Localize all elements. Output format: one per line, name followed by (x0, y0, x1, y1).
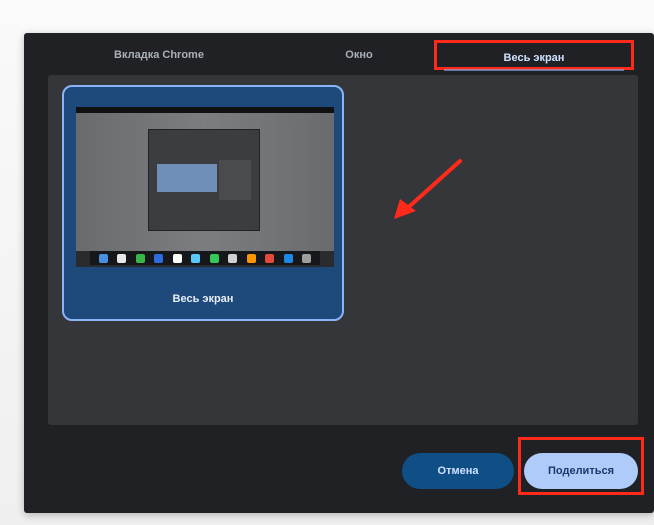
dock-app-icon (228, 253, 238, 263)
cancel-button[interactable]: Отмена (402, 453, 514, 489)
thumbnail-dock (90, 251, 320, 265)
thumbnail-browser-window (148, 129, 260, 231)
thumbnail-dialog-preview (157, 164, 217, 192)
screen-share-dialog: Вкладка Chrome Окно Весь экран Весь экра… (24, 33, 654, 513)
screenshot-canvas: Вкладка Chrome Окно Весь экран Весь экра… (0, 0, 654, 525)
share-button[interactable]: Поделиться (524, 453, 638, 489)
dock-app-icon (209, 253, 219, 263)
dock-app-icon (246, 253, 256, 263)
source-tabs: Вкладка Chrome Окно Весь экран (24, 33, 654, 75)
red-arrow-icon (394, 159, 462, 219)
dock-app-icon (172, 253, 182, 263)
tab-window[interactable]: Окно (314, 40, 404, 70)
source-card-label: Весь экран (172, 293, 234, 305)
thumbnail-desktop (76, 113, 334, 251)
entire-screen-source-card[interactable]: Весь экран (62, 85, 344, 321)
screen-thumbnail (76, 107, 334, 267)
source-list-panel: Весь экран (48, 75, 638, 425)
selected-tab-indicator (444, 69, 624, 71)
tab-chrome-tab[interactable]: Вкладка Chrome (64, 40, 254, 70)
thumbnail-panel-preview (219, 160, 251, 200)
dock-app-icon (154, 253, 164, 263)
dock-app-icon (302, 253, 312, 263)
dock-app-icon (265, 253, 275, 263)
dock-app-icon (191, 253, 201, 263)
dock-app-icon (117, 253, 127, 263)
dock-app-icon (135, 253, 145, 263)
dock-app-icon (98, 253, 108, 263)
dock-app-icon (283, 253, 293, 263)
tab-entire-screen[interactable]: Весь экран (434, 40, 634, 70)
dialog-footer: Отмена Поделиться (24, 425, 654, 513)
